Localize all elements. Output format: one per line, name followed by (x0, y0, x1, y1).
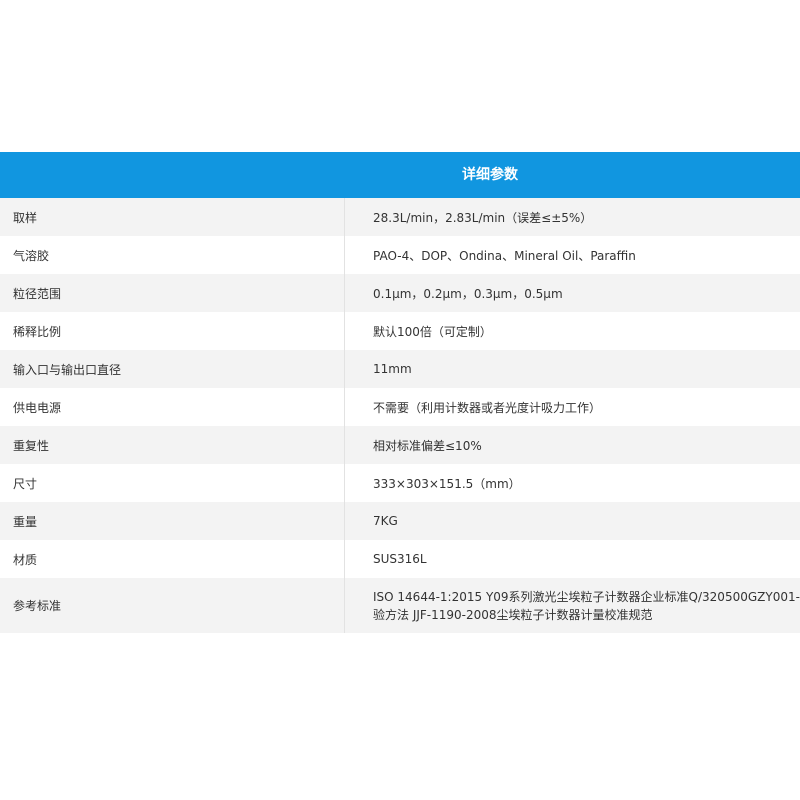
table-row: 供电电源 不需要（利用计数器或者光度计吸力工作） (0, 388, 800, 426)
row-label-weight: 重量 (0, 502, 345, 540)
table-row: 取样 28.3L/min，2.83L/min（误差≤±5%） (0, 198, 800, 236)
table-row: 气溶胶 PAO-4、DOP、Ondina、Mineral Oil、Paraffi… (0, 236, 800, 274)
table-row: 粒径范围 0.1μm，0.2μm，0.3μm，0.5μm (0, 274, 800, 312)
table-header: 详细参数 (0, 152, 800, 198)
row-value-repeatability: 相对标准偏差≤10% (373, 438, 482, 453)
table-header-title: 详细参数 (462, 167, 518, 183)
row-value-sampling: 28.3L/min，2.83L/min（误差≤±5%） (373, 210, 593, 225)
table-row: 稀释比例 默认100倍（可定制） (0, 312, 800, 350)
row-value-dimensions: 333×303×151.5（mm） (373, 476, 521, 491)
row-label-sampling: 取样 (0, 198, 345, 236)
row-label-power-supply: 供电电源 (0, 388, 345, 426)
page: 详细参数 取样 28.3L/min，2.83L/min（误差≤±5%） 气溶胶 … (0, 0, 800, 800)
row-label-dimensions: 尺寸 (0, 464, 345, 502)
row-value-weight: 7KG (373, 514, 398, 528)
reference-standard-line-1: ISO 14644-1:2015 Y09系列激光尘埃粒子计数器企业标准Q/320… (373, 589, 800, 604)
row-label-repeatability: 重复性 (0, 426, 345, 464)
row-label-dilution-ratio: 稀释比例 (0, 312, 345, 350)
table-row: 材质 SUS316L (0, 540, 800, 578)
row-value-power-supply: 不需要（利用计数器或者光度计吸力工作） (373, 400, 602, 415)
row-value-port-diameter: 11mm (373, 362, 412, 376)
reference-standard-text: ISO 14644-1:2015 Y09系列激光尘埃粒子计数器企业标准Q/320… (373, 588, 800, 624)
table-row: 参考标准 ISO 14644-1:2015 Y09系列激光尘埃粒子计数器企业标准… (0, 578, 800, 633)
row-label-reference-standard: 参考标准 (0, 578, 345, 633)
reference-standard-line-2: 验方法 JJF-1190-2008尘埃粒子计数器计量校准规范 (373, 607, 653, 622)
row-label-particle-size: 粒径范围 (0, 274, 345, 312)
spec-table: 详细参数 取样 28.3L/min，2.83L/min（误差≤±5%） 气溶胶 … (0, 152, 800, 633)
row-value-reference-standard: ISO 14644-1:2015 Y09系列激光尘埃粒子计数器企业标准Q/320… (346, 578, 800, 633)
row-value-particle-size: 0.1μm，0.2μm，0.3μm，0.5μm (373, 286, 563, 301)
row-label-port-diameter: 输入口与输出口直径 (0, 350, 345, 388)
table-row: 输入口与输出口直径 11mm (0, 350, 800, 388)
row-value-aerosol: PAO-4、DOP、Ondina、Mineral Oil、Paraffin (373, 248, 636, 263)
row-value-material: SUS316L (373, 552, 427, 566)
row-label-material: 材质 (0, 540, 345, 578)
row-label-aerosol: 气溶胶 (0, 236, 345, 274)
row-value-dilution-ratio: 默认100倍（可定制） (373, 324, 492, 339)
table-row: 重量 7KG (0, 502, 800, 540)
table-row: 重复性 相对标准偏差≤10% (0, 426, 800, 464)
table-row: 尺寸 333×303×151.5（mm） (0, 464, 800, 502)
